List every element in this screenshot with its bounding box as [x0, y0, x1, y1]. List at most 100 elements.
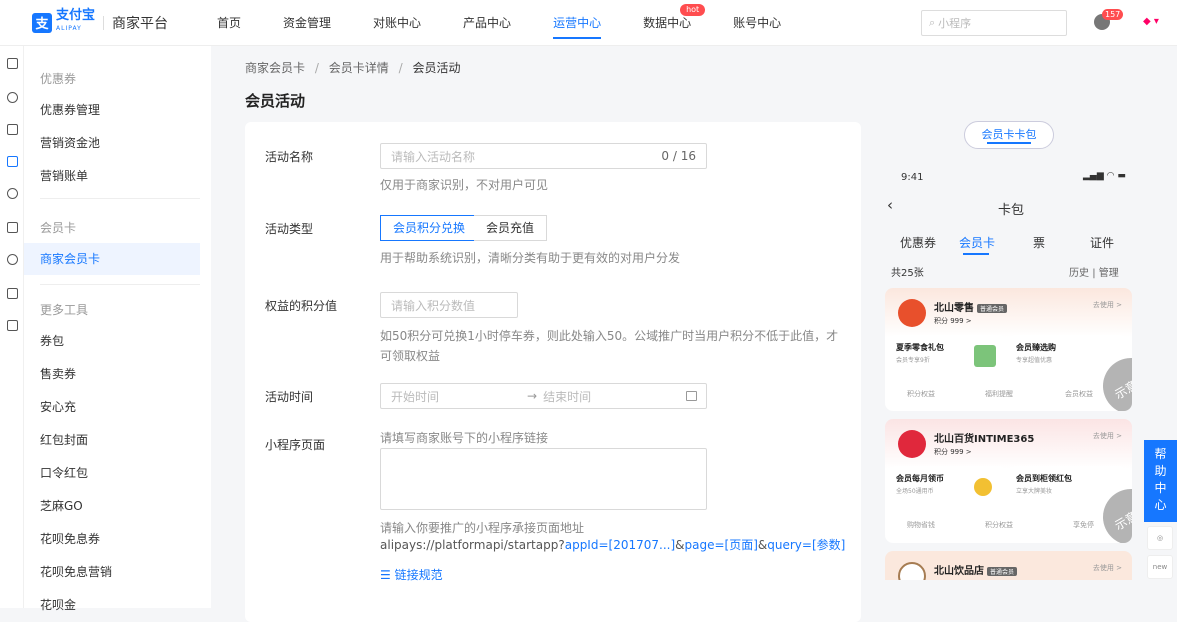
sidebar-item-coupon-manage[interactable]: 优惠券管理 [24, 94, 200, 126]
benefit-box[interactable]: 会员每月领币 全场50通用币 [891, 466, 1004, 508]
benefit-title: 会员到柜领红包 [1016, 474, 1072, 483]
home-icon[interactable] [7, 58, 18, 69]
sidebar-item-bill[interactable]: 营销账单 [24, 160, 200, 192]
name-placeholder: 请输入活动名称 [391, 149, 476, 164]
member-card[interactable]: 北山零售 普通会员 积分 999 > 去使用 > 夏季零食礼包 会员专享9折 会员臻… [885, 288, 1132, 411]
card-name-text: 北山零售 [934, 303, 974, 314]
notification-badge: 157 [1102, 9, 1124, 20]
document-icon[interactable] [7, 288, 18, 299]
time-label: 活动时间 [265, 390, 314, 404]
alipay-logo[interactable]: 支 支付宝 ALIPAY 商家平台 [32, 8, 168, 34]
url-amp: & [675, 538, 685, 552]
phone-tab-ticket[interactable]: 票 [1033, 234, 1045, 251]
sidebar-item-merchant-card[interactable]: 商家会员卡 [24, 243, 200, 275]
logo-subtext: ALIPAY [56, 25, 82, 32]
sidebar-item-fund-pool[interactable]: 营销资金池 [24, 127, 200, 159]
points-hint: 如50积分可兑换1小时停车券，则此处输入50。公域推广时当用户积分不低于此值，才… [380, 329, 839, 363]
nav-account[interactable]: 账号中心 [733, 0, 781, 46]
footer-link[interactable]: 积分权益 [907, 389, 935, 399]
sidebar-item-huabei-gold[interactable]: 花呗金 [24, 589, 200, 621]
form-card: 活动名称 请输入活动名称 0 / 16 仅用于商家识别，不对用户可见 活动类型 会… [245, 122, 861, 622]
card-points: 积分 999 > [934, 317, 972, 325]
top-header: 支 支付宝 ALIPAY 商家平台 首页 资金管理 对账中心 产品中心 运营中心 … [0, 0, 1177, 46]
headset-icon[interactable]: ◎ [1147, 526, 1173, 550]
phone-tab-coupon[interactable]: 优惠券 [900, 234, 936, 251]
user-avatar-icon[interactable]: ◆ ▾ [1143, 16, 1159, 27]
mp-label: 小程序页面 [265, 438, 326, 452]
sidebar-item-red-packet-cover[interactable]: 红包封面 [24, 424, 200, 456]
breadcrumb-member-card[interactable]: 商家会员卡 [245, 61, 305, 75]
url-page: page=[页面] [684, 538, 758, 552]
phone-tab-member-card[interactable]: 会员卡 [959, 234, 995, 251]
footer-link[interactable]: 会员权益 [1065, 389, 1093, 399]
tab-underline [963, 253, 989, 255]
sidebar-item-huabei-coupon[interactable]: 花呗免息券 [24, 523, 200, 555]
phone-tab-id[interactable]: 证件 [1090, 234, 1114, 251]
card-use-link[interactable]: 去使用 > [1093, 563, 1122, 573]
link-rules-link[interactable]: ☰ 链接规范 [380, 565, 443, 585]
back-icon[interactable]: ‹ [887, 196, 893, 214]
name-label: 活动名称 [265, 150, 314, 164]
nav-operations[interactable]: 运营中心 [553, 0, 602, 46]
sidebar-item-huabei-marketing[interactable]: 花呗免息营销 [24, 556, 200, 588]
sidebar-item-code-red-packet[interactable]: 口令红包 [24, 457, 200, 489]
logo-text: 支付宝 [56, 8, 96, 23]
card-name: 北山饮品店 普通会员 [934, 562, 1018, 577]
card-pack-tab[interactable]: 会员卡卡包 [964, 121, 1054, 149]
help-center-button[interactable]: 帮助中心 [1144, 440, 1177, 522]
nav-reconcile[interactable]: 对账中心 [373, 0, 421, 46]
history-label: 历史 [1069, 268, 1089, 279]
activity-name-input[interactable]: 请输入活动名称 0 / 16 [380, 143, 707, 169]
funds-icon[interactable] [7, 92, 18, 103]
history-link[interactable]: 历史 | 管理 [1069, 264, 1119, 279]
type-recharge-button[interactable]: 会员充值 [474, 215, 548, 241]
footer-link[interactable]: 积分权益 [985, 520, 1013, 530]
time-range-picker[interactable]: 开始时间 → 结束时间 [380, 383, 707, 409]
nav-products[interactable]: 产品中心 [463, 0, 511, 46]
search-placeholder: 小程序 [938, 17, 972, 30]
page-title: 会员活动 [245, 92, 306, 110]
sidebar-item-sell-coupon[interactable]: 售卖券 [24, 358, 200, 390]
benefit-subtitle: 全场50通用币 [896, 488, 934, 495]
icon-rail [0, 46, 24, 608]
member-card[interactable]: 北山百货INTIME365 积分 999 > 去使用 > 会员每月领币 全场50通… [885, 419, 1132, 543]
mp-textarea[interactable] [380, 448, 707, 510]
search-icon: ⌕ [929, 16, 936, 29]
reconcile-icon[interactable] [7, 124, 18, 135]
phone-preview: 9:41 ▂▄▆ ◠ ▬ ‹ 卡包 优惠券 会员卡 票 证件 共25张 历史 |… [885, 160, 1132, 580]
footer-link[interactable]: 享免停 [1073, 520, 1094, 530]
name-char-count: 0 / 16 [661, 149, 696, 163]
main-nav: 首页 资金管理 对账中心 产品中心 运营中心 数据中心 hot 账号中心 [217, 0, 823, 46]
cloud-icon[interactable] [7, 188, 18, 199]
footer-link[interactable]: 福利提醒 [985, 389, 1013, 399]
sidebar-item-safe-recharge[interactable]: 安心充 [24, 391, 200, 423]
card-use-link[interactable]: 去使用 > [1093, 431, 1122, 441]
sidebar-group-coupons: 优惠券 [40, 72, 77, 86]
points-input[interactable]: 请输入积分数值 [380, 292, 518, 318]
nav-data[interactable]: 数据中心 hot [643, 0, 706, 46]
breadcrumb: 商家会员卡 / 会员卡详情 / 会员活动 [245, 59, 460, 76]
benefit-title: 会员每月领币 [896, 474, 944, 483]
member-card[interactable]: 北山饮品店 普通会员 去使用 > [885, 551, 1132, 580]
cup-icon [898, 562, 926, 580]
sidebar-item-coupon-pack[interactable]: 券包 [24, 325, 200, 357]
search-input[interactable]: ⌕ 小程序 [921, 10, 1067, 36]
nav-home[interactable]: 首页 [217, 0, 241, 46]
target-icon[interactable] [7, 254, 18, 265]
operations-icon[interactable] [7, 156, 18, 167]
list-icon[interactable] [7, 320, 18, 331]
nav-funds[interactable]: 资金管理 [283, 0, 331, 46]
card-use-link[interactable]: 去使用 > [1093, 300, 1122, 310]
sidebar-divider [40, 198, 200, 199]
cube-icon[interactable] [7, 222, 18, 233]
benefit-box[interactable]: 夏季零食礼包 会员专享9折 [891, 335, 1004, 377]
new-badge-icon[interactable]: new [1147, 555, 1173, 579]
breadcrumb-current: 会员活动 [412, 61, 461, 75]
coin-icon [974, 478, 992, 496]
sidebar-item-zhima-go[interactable]: 芝麻GO [24, 490, 200, 522]
shop-logo-icon [898, 299, 926, 327]
type-points-exchange-button[interactable]: 会员积分兑换 [380, 215, 479, 241]
arrow-icon: → [527, 389, 538, 403]
breadcrumb-card-detail[interactable]: 会员卡详情 [329, 61, 389, 75]
footer-link[interactable]: 购物省钱 [907, 520, 935, 530]
